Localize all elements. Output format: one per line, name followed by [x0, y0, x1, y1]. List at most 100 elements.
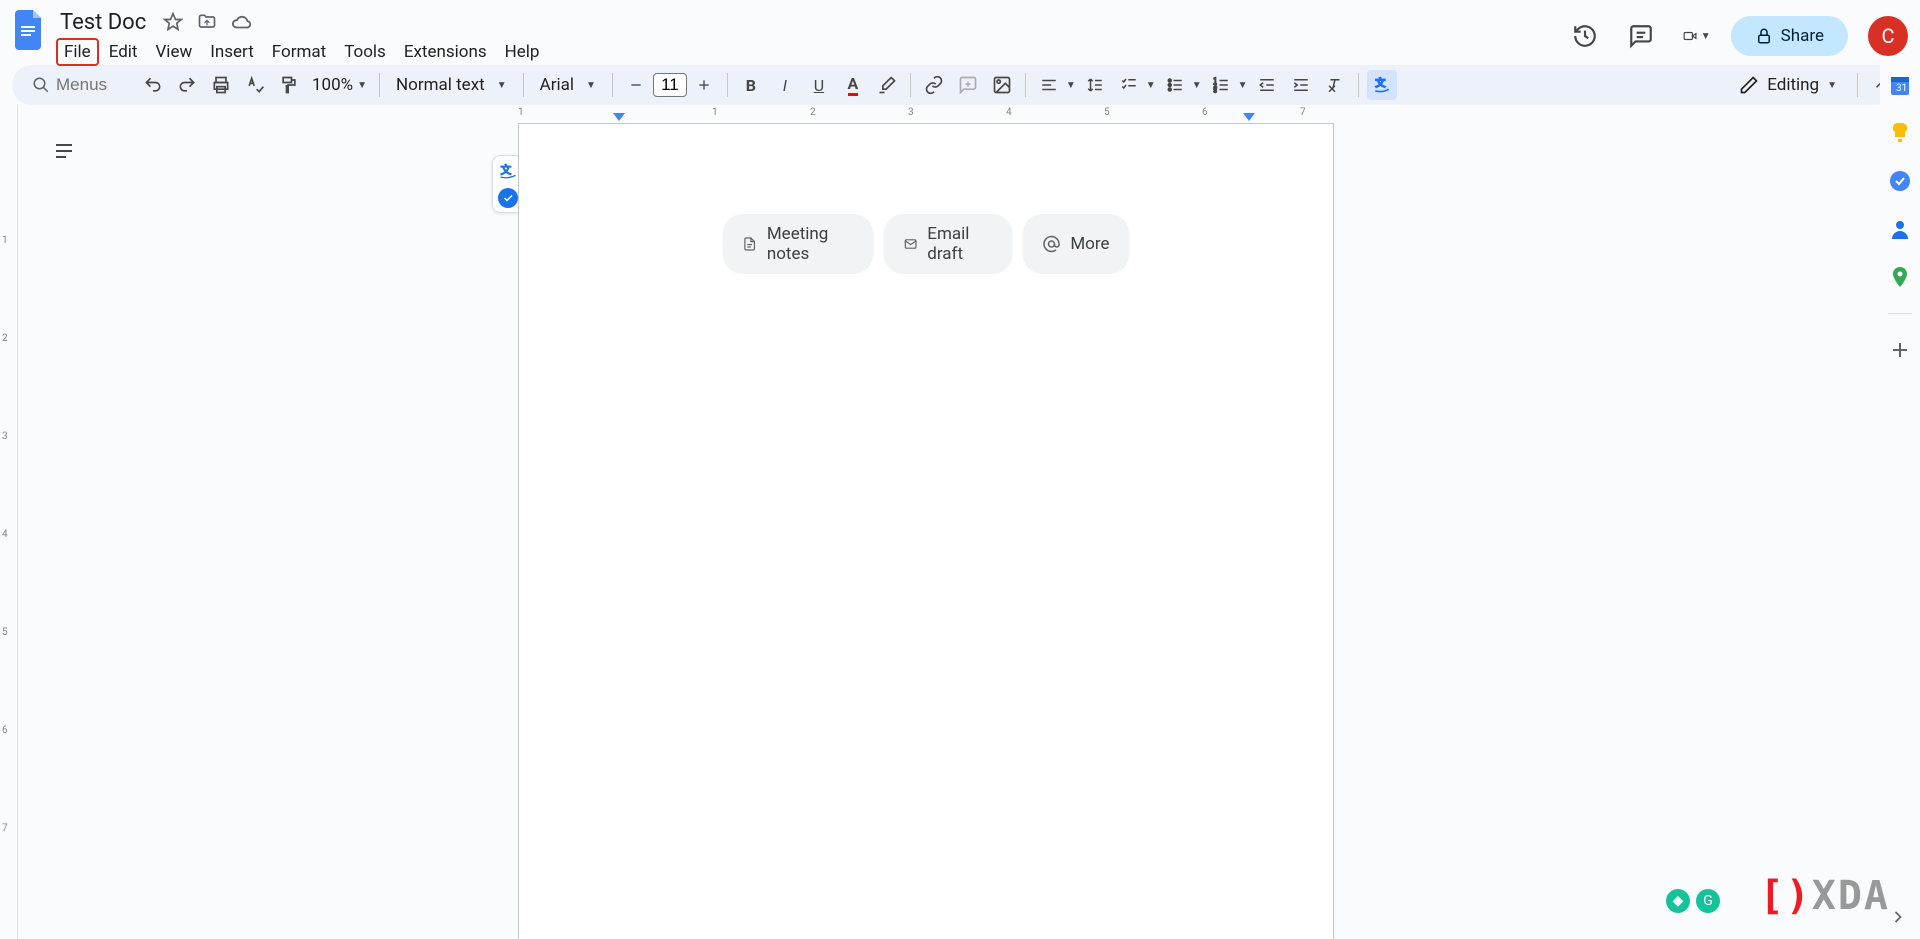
svg-text:文: 文: [501, 163, 512, 177]
ruler-mark: 1: [712, 107, 718, 118]
redo-button[interactable]: [172, 70, 202, 100]
insert-link-button[interactable]: [919, 70, 949, 100]
cloud-status-icon[interactable]: [230, 11, 252, 33]
star-icon[interactable]: [162, 11, 184, 33]
spellcheck-button[interactable]: [240, 70, 270, 100]
separator: [910, 73, 911, 97]
docs-logo[interactable]: [12, 12, 48, 48]
undo-button[interactable]: [138, 70, 168, 100]
caret-down-icon: ▼: [586, 80, 596, 91]
title-area: Test Doc File Edit View Insert Format To…: [56, 8, 1563, 66]
at-icon: [1042, 235, 1060, 253]
move-icon[interactable]: [196, 11, 218, 33]
expand-sidepanel-icon[interactable]: [1888, 907, 1912, 931]
document-area: 1 1 2 3 4 5 6 7 文 Meeting notes: [18, 105, 1880, 939]
editing-mode-select[interactable]: Editing ▼: [1727, 71, 1849, 99]
menu-insert[interactable]: Insert: [202, 38, 262, 66]
separator: [1888, 313, 1912, 314]
grammarly-badge-2[interactable]: G: [1696, 889, 1720, 913]
check-icon[interactable]: [498, 188, 518, 208]
svg-text:31: 31: [1896, 83, 1907, 94]
caret-down-icon[interactable]: ▼: [1066, 80, 1076, 91]
maps-icon[interactable]: [1888, 265, 1912, 289]
paint-format-button[interactable]: [274, 70, 304, 100]
ruler-mark: 7: [1300, 107, 1306, 118]
indent-decrease-button[interactable]: [1252, 70, 1282, 100]
ruler-mark: 6: [2, 725, 8, 736]
font-size-decrease[interactable]: [621, 70, 651, 100]
meet-button[interactable]: ▼: [1675, 14, 1719, 58]
ruler-mark: 1: [518, 107, 524, 118]
highlight-color-button[interactable]: [872, 70, 902, 100]
menu-extensions[interactable]: Extensions: [396, 38, 495, 66]
ruler-mark: 6: [1202, 107, 1208, 118]
share-button[interactable]: Share: [1731, 16, 1848, 56]
horizontal-ruler[interactable]: 1 1 2 3 4 5 6 7: [18, 105, 1880, 123]
ruler-mark: 4: [2, 529, 8, 540]
caret-down-icon[interactable]: ▼: [1146, 80, 1156, 91]
separator: [727, 73, 728, 97]
menu-view[interactable]: View: [147, 38, 200, 66]
calendar-icon[interactable]: 31: [1888, 73, 1912, 97]
insert-image-button[interactable]: [987, 70, 1017, 100]
keep-icon[interactable]: [1888, 121, 1912, 145]
underline-button[interactable]: U: [804, 70, 834, 100]
zoom-value: 100%: [312, 75, 353, 95]
align-button[interactable]: [1034, 70, 1064, 100]
indent-increase-button[interactable]: [1286, 70, 1316, 100]
input-tools-button[interactable]: 文: [1367, 70, 1397, 100]
font-select[interactable]: Arial▼: [532, 73, 604, 97]
line-spacing-button[interactable]: [1080, 70, 1110, 100]
style-value: Normal text: [396, 75, 485, 95]
separator: [612, 73, 613, 97]
chip-label: Meeting notes: [767, 224, 853, 264]
grammarly-badge-1[interactable]: ◆: [1666, 889, 1690, 913]
text-color-button[interactable]: A: [838, 70, 868, 100]
separator: [1025, 73, 1026, 97]
svg-text:文: 文: [1375, 77, 1385, 90]
chip-label: More: [1070, 234, 1109, 254]
print-button[interactable]: [206, 70, 236, 100]
chip-more[interactable]: More: [1022, 214, 1129, 274]
chip-email-draft[interactable]: Email draft: [883, 214, 1012, 274]
search-menus[interactable]: [24, 73, 134, 97]
add-comment-button[interactable]: [953, 70, 983, 100]
chip-meeting-notes[interactable]: Meeting notes: [723, 214, 874, 274]
input-tools-icon[interactable]: 文: [496, 160, 520, 184]
font-size-group: [621, 70, 719, 100]
separator: [523, 73, 524, 97]
menu-help[interactable]: Help: [497, 38, 548, 66]
contacts-icon[interactable]: [1888, 217, 1912, 241]
caret-down-icon[interactable]: ▼: [1238, 80, 1248, 91]
account-avatar[interactable]: C: [1868, 16, 1908, 56]
ruler-mark: 7: [2, 823, 8, 834]
paragraph-style-select[interactable]: Normal text▼: [388, 73, 515, 97]
italic-button[interactable]: I: [770, 70, 800, 100]
menu-file[interactable]: File: [56, 38, 99, 66]
menu-edit[interactable]: Edit: [101, 38, 146, 66]
smart-chips-row: Meeting notes Email draft More: [723, 214, 1130, 274]
caret-down-icon[interactable]: ▼: [1192, 80, 1202, 91]
document-title[interactable]: Test Doc: [56, 8, 150, 37]
search-menus-input[interactable]: [56, 75, 126, 95]
menu-tools[interactable]: Tools: [336, 38, 394, 66]
add-addon-icon[interactable]: [1888, 338, 1912, 362]
chip-label: Email draft: [927, 224, 992, 264]
font-size-increase[interactable]: [689, 70, 719, 100]
vertical-ruler[interactable]: 1 2 3 4 5 6 7: [0, 105, 18, 939]
document-page[interactable]: Meeting notes Email draft More: [518, 123, 1334, 939]
comments-icon[interactable]: [1619, 14, 1663, 58]
font-size-input[interactable]: [653, 73, 687, 97]
numbered-list-button[interactable]: 123: [1206, 70, 1236, 100]
outline-toggle[interactable]: [46, 133, 82, 169]
menu-format[interactable]: Format: [264, 38, 334, 66]
bulleted-list-button[interactable]: [1160, 70, 1190, 100]
bold-button[interactable]: B: [736, 70, 766, 100]
checklist-button[interactable]: [1114, 70, 1144, 100]
clear-formatting-button[interactable]: [1320, 70, 1350, 100]
title-row: Test Doc: [56, 8, 1563, 36]
header: Test Doc File Edit View Insert Format To…: [0, 0, 1920, 65]
zoom-select[interactable]: 100%▼: [308, 73, 371, 97]
history-icon[interactable]: [1563, 14, 1607, 58]
tasks-icon[interactable]: [1888, 169, 1912, 193]
